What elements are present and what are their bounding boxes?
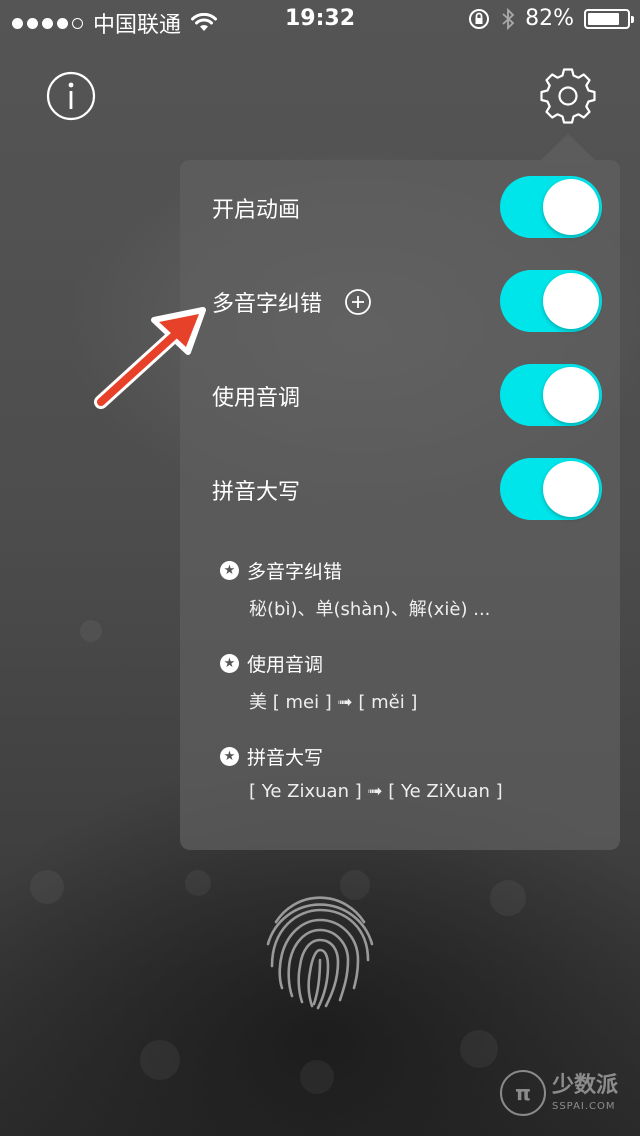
setting-label: 拼音大写: [212, 480, 301, 505]
note-example: 美 [ mei ] ➟ [ měi ]: [249, 692, 418, 713]
star-icon: ★: [220, 560, 239, 580]
settings-button[interactable]: [540, 68, 596, 124]
status-bar: 中国联通 19:32 82%: [0, 0, 640, 40]
setting-label: 使用音调: [212, 386, 301, 411]
sspai-logo: π: [499, 1070, 546, 1116]
note-example: 秘(bì)、单(shàn)、解(xiè) ...: [249, 599, 491, 620]
use-tone-toggle[interactable]: [500, 364, 602, 426]
plus-circle-icon[interactable]: [344, 288, 372, 316]
battery-percent: 82%: [525, 6, 574, 31]
toggle-knob: [543, 179, 599, 235]
note-tone: ★ 使用音调 美 [ mei ] ➟ [ měi ]: [220, 648, 610, 714]
toggle-knob: [543, 367, 599, 423]
info-button[interactable]: [46, 71, 96, 121]
star-icon: ★: [220, 653, 239, 673]
note-example: [ Ye Zixuan ] ➟ [ Ye ZiXuan ]: [249, 781, 503, 802]
note-polyphone: ★ 多音字纠错 秘(bì)、单(shàn)、解(xiè) ...: [220, 555, 610, 621]
setting-row-uppercase: 拼音大写: [212, 458, 602, 522]
pinyin-uppercase-toggle[interactable]: [500, 458, 602, 520]
star-icon: ★: [220, 746, 239, 766]
setting-label: 开启动画: [212, 198, 301, 223]
toggle-knob: [543, 461, 599, 517]
note-uppercase: ★ 拼音大写 [ Ye Zixuan ] ➟ [ Ye ZiXuan ]: [220, 741, 610, 802]
note-title: 使用音调: [247, 653, 324, 676]
note-title: 多音字纠错: [247, 560, 343, 583]
setting-row-polyphone: 多音字纠错: [212, 270, 602, 334]
panel-pointer: [540, 134, 596, 161]
bluetooth-icon: [502, 7, 515, 30]
note-title: 拼音大写: [247, 746, 324, 769]
sspai-watermark: π 少数派 SSPAI.COM: [499, 1070, 618, 1116]
setting-row-tone: 使用音调: [212, 364, 602, 428]
watermark-site: SSPAI.COM: [551, 1100, 616, 1112]
setting-label: 多音字纠错: [212, 292, 323, 317]
fingerprint-icon[interactable]: [258, 888, 382, 1012]
watermark-name: 少数派: [551, 1072, 618, 1098]
info-icon: [46, 71, 96, 121]
gear-icon: [540, 68, 596, 124]
polyphone-correction-toggle[interactable]: [500, 270, 602, 332]
battery-icon: [584, 8, 634, 29]
animation-toggle[interactable]: [500, 176, 602, 238]
settings-panel: 开启动画 多音字纠错 使用音调 拼音大写 ★ 多音字纠错 秘(bì)、单(shà…: [180, 160, 620, 850]
orientation-lock-icon: [469, 8, 490, 29]
toggle-knob: [543, 273, 599, 329]
setting-row-animation: 开启动画: [212, 176, 602, 240]
